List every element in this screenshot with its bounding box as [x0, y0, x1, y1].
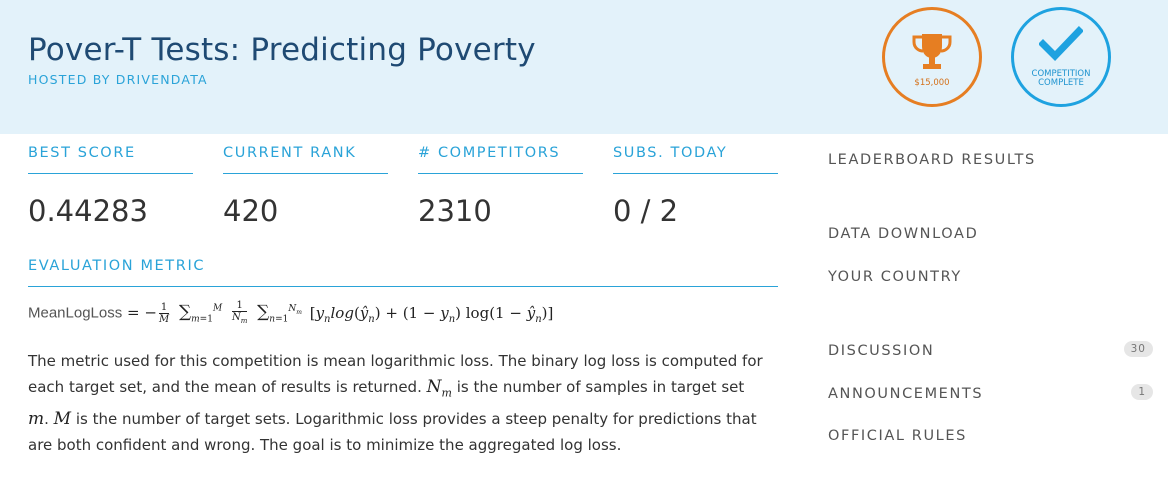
stat-subs-today: SUBS. TODAY 0 / 2	[613, 141, 778, 228]
trophy-icon	[885, 32, 979, 77]
hosted-by-link[interactable]: HOSTED BY DRIVENDATA	[28, 72, 208, 87]
competition-status-badge: COMPETITION COMPLETE	[1011, 7, 1111, 107]
stat-label: BEST SCORE	[28, 141, 193, 174]
announcements-count-badge: 1	[1131, 384, 1153, 400]
discussion-count-badge: 30	[1123, 341, 1153, 357]
sidebar-item-official-rules[interactable]: OFFICIAL RULES	[828, 428, 1153, 444]
evaluation-metric-heading: EVALUATION METRIC	[28, 258, 778, 287]
stat-label: # COMPETITORS	[418, 141, 583, 174]
sidebar-item-discussion[interactable]: DISCUSSION 30	[828, 341, 1153, 359]
sidebar-item-label: ANNOUNCEMENTS	[828, 386, 984, 402]
stat-value: 0.44283	[28, 194, 148, 228]
page-title: Pover-T Tests: Predicting Poverty	[28, 32, 536, 68]
stat-best-score: BEST SCORE 0.44283	[28, 141, 193, 228]
stat-value: 2310	[418, 194, 492, 228]
prize-badge: $15,000	[882, 7, 982, 107]
stat-value: 420	[223, 194, 279, 228]
competition-header: Pover-T Tests: Predicting Poverty HOSTED…	[0, 0, 1168, 134]
sidebar-item-your-country[interactable]: YOUR COUNTRY	[828, 269, 1153, 285]
math-M: M	[53, 409, 72, 430]
math-m: m	[28, 409, 45, 430]
sidebar-item-label: DISCUSSION	[828, 343, 935, 359]
sidebar-item-announcements[interactable]: ANNOUNCEMENTS 1	[828, 384, 1153, 402]
prize-amount: $15,000	[914, 78, 950, 88]
description-text-2: is the number of samples in target set	[456, 378, 745, 396]
stat-label: CURRENT RANK	[223, 141, 388, 174]
stat-current-rank: CURRENT RANK 420	[223, 141, 388, 228]
sidebar-item-leaderboard[interactable]: LEADERBOARD RESULTS	[828, 152, 1153, 168]
math-n-m: Nm	[426, 377, 452, 400]
stat-label: SUBS. TODAY	[613, 141, 778, 174]
check-icon	[1014, 26, 1108, 67]
formula-name: MeanLogLoss	[28, 304, 123, 322]
description-text-3: is the number of target sets. Logarithmi…	[28, 410, 757, 455]
status-line-2: COMPLETE	[1038, 78, 1084, 88]
sidebar-item-data-download[interactable]: DATA DOWNLOAD	[828, 226, 1153, 242]
metric-formula: MeanLogLoss = −1 M ∑m=1M 1 Nm ∑n=1Nm [ynlo…	[28, 300, 554, 325]
stat-value: 0 / 2	[613, 194, 679, 228]
metric-description: The metric used for this competition is …	[28, 352, 763, 455]
status-text: COMPETITION COMPLETE	[1018, 70, 1104, 88]
stat-competitors: # COMPETITORS 2310	[418, 141, 583, 228]
